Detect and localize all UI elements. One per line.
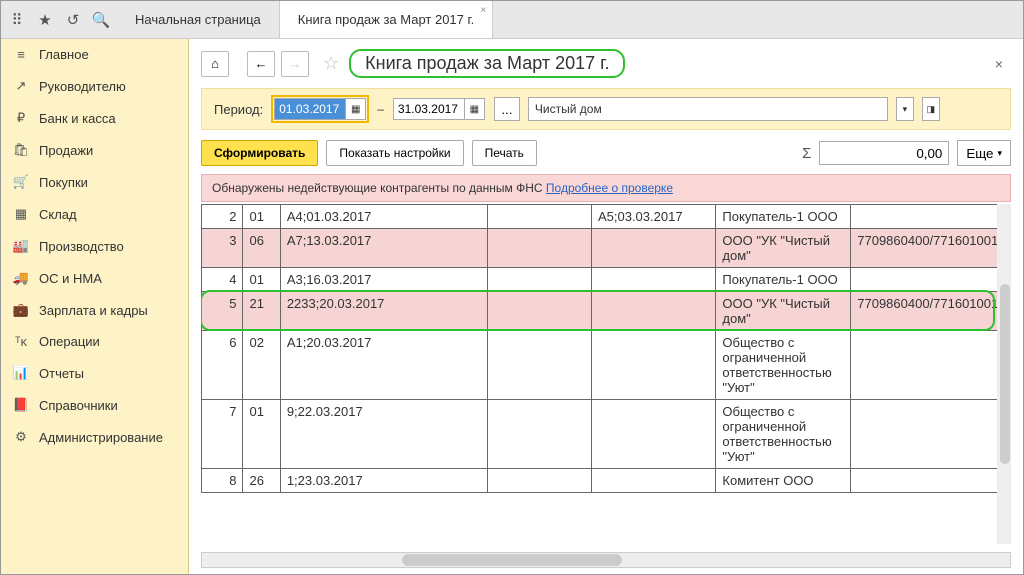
sidebar-icon: ₽ xyxy=(13,110,29,126)
sidebar-label: Зарплата и кадры xyxy=(39,303,148,318)
close-icon[interactable]: × xyxy=(480,5,486,16)
sidebar-icon: ≡ xyxy=(13,47,29,62)
sidebar-item[interactable]: 🏭 Производство xyxy=(1,230,188,262)
sales-table: 201A4;01.03.2017A5;03.03.2017Покупатель-… xyxy=(201,204,1011,493)
sidebar-icon: ⚙ xyxy=(13,429,29,445)
period-from-input[interactable] xyxy=(274,98,346,120)
sidebar-item[interactable]: 💼 Зарплата и кадры xyxy=(1,294,188,326)
back-button[interactable]: ← xyxy=(247,51,275,77)
sidebar-label: Отчеты xyxy=(39,366,84,381)
sidebar-item[interactable]: ⚙ Администрирование xyxy=(1,421,188,453)
sidebar-label: Склад xyxy=(39,207,77,222)
warning-bar: Обнаружены недействующие контрагенты по … xyxy=(201,174,1011,202)
period-picker-button[interactable]: ... xyxy=(494,97,520,121)
table-row[interactable]: 306A7;13.03.2017ООО "УК "Чистый дом"7709… xyxy=(202,229,1011,268)
dropdown-icon[interactable]: ▾ xyxy=(896,97,914,121)
table-row[interactable]: 7019;22.03.2017Общество с ограниченной о… xyxy=(202,400,1011,469)
form-button[interactable]: Сформировать xyxy=(201,140,318,166)
sidebar-item[interactable]: ↗ Руководителю xyxy=(1,70,188,102)
calendar-icon[interactable]: ▦ xyxy=(465,98,485,120)
vertical-scrollbar[interactable] xyxy=(997,204,1011,544)
sidebar-label: Руководителю xyxy=(39,79,126,94)
sidebar-item[interactable]: ▦ Склад xyxy=(1,198,188,230)
sidebar-icon: ᵀᴋ xyxy=(13,334,29,349)
search-icon[interactable]: 🔍 xyxy=(91,10,111,30)
sidebar-icon: ↗ xyxy=(13,78,29,94)
sidebar-label: Главное xyxy=(39,47,89,62)
history-icon[interactable]: ↺ xyxy=(63,10,83,30)
close-page-button[interactable]: × xyxy=(987,52,1011,76)
sidebar-label: Администрирование xyxy=(39,430,163,445)
warn-link[interactable]: Подробнее о проверке xyxy=(546,181,673,195)
show-settings-button[interactable]: Показать настройки xyxy=(326,140,463,166)
sidebar-item[interactable]: ≡ Главное xyxy=(1,39,188,70)
sidebar-label: Операции xyxy=(39,334,100,349)
sidebar-icon: 🏭 xyxy=(13,238,29,254)
more-button[interactable]: Еще▾ xyxy=(957,140,1011,166)
sidebar-icon: 📕 xyxy=(13,397,29,413)
top-bar: ⠿ ★ ↺ 🔍 Начальная страница Книга продаж … xyxy=(1,1,1023,39)
sidebar-label: Справочники xyxy=(39,398,118,413)
sidebar-item[interactable]: 📊 Отчеты xyxy=(1,357,188,389)
sidebar-icon: 🛍 xyxy=(13,142,29,158)
sidebar: ≡ Главное ↗ Руководителю ₽ Банк и касса 🛍 Прода… xyxy=(1,39,189,574)
sidebar-icon: 🚚 xyxy=(13,270,29,286)
expand-icon[interactable]: ◨ xyxy=(922,97,940,121)
period-to-input[interactable] xyxy=(393,98,465,120)
period-label: Период: xyxy=(214,102,263,117)
favorite-icon[interactable]: ☆ xyxy=(323,53,339,74)
sidebar-item[interactable]: ᵀᴋ Операции xyxy=(1,326,188,357)
table-row[interactable]: 602A1;20.03.2017Общество с ограниченной … xyxy=(202,331,1011,400)
forward-button[interactable]: → xyxy=(281,51,309,77)
page-title: Книга продаж за Март 2017 г. xyxy=(349,49,625,78)
content: ⌂ ← → ☆ Книга продаж за Март 2017 г. × П… xyxy=(189,39,1023,574)
sidebar-item[interactable]: 📕 Справочники xyxy=(1,389,188,421)
table-row[interactable]: 8261;23.03.2017Комитент ООО xyxy=(202,469,1011,493)
org-select[interactable]: Чистый дом xyxy=(528,97,888,121)
sidebar-item[interactable]: 🛍 Продажи xyxy=(1,134,188,166)
apps-icon[interactable]: ⠿ xyxy=(7,10,27,30)
calendar-icon[interactable]: ▦ xyxy=(346,98,366,120)
sidebar-item[interactable]: 🛒 Покупки xyxy=(1,166,188,198)
sidebar-label: Покупки xyxy=(39,175,88,190)
tab-home[interactable]: Начальная страница xyxy=(117,1,280,38)
sidebar-item[interactable]: ₽ Банк и касса xyxy=(1,102,188,134)
sidebar-label: Банк и касса xyxy=(39,111,116,126)
period-panel: Период: ▦ – ▦ ... Чистый дом ▾ ◨ xyxy=(201,88,1011,130)
table-row[interactable]: 201A4;01.03.2017A5;03.03.2017Покупатель-… xyxy=(202,205,1011,229)
horizontal-scrollbar[interactable] xyxy=(201,552,1011,568)
star-icon[interactable]: ★ xyxy=(35,10,55,30)
sidebar-label: Продажи xyxy=(39,143,93,158)
sum-input[interactable] xyxy=(819,141,949,165)
sidebar-icon: 💼 xyxy=(13,302,29,318)
topbar-icons: ⠿ ★ ↺ 🔍 xyxy=(1,1,117,38)
home-button[interactable]: ⌂ xyxy=(201,51,229,77)
tab-sales-book[interactable]: Книга продаж за Март 2017 г. × xyxy=(280,1,493,38)
sidebar-icon: 📊 xyxy=(13,365,29,381)
sum-icon: Σ xyxy=(802,145,811,162)
sidebar-label: ОС и НМА xyxy=(39,271,102,286)
table-row[interactable]: 401A3;16.03.2017Покупатель-1 ООО xyxy=(202,268,1011,292)
table-area: 201A4;01.03.2017A5;03.03.2017Покупатель-… xyxy=(201,204,1011,544)
sidebar-icon: ▦ xyxy=(13,206,29,222)
print-button[interactable]: Печать xyxy=(472,140,537,166)
sidebar-icon: 🛒 xyxy=(13,174,29,190)
sidebar-item[interactable]: 🚚 ОС и НМА xyxy=(1,262,188,294)
table-row[interactable]: 5212233;20.03.2017ООО "УК "Чистый дом"77… xyxy=(202,292,1011,331)
sidebar-label: Производство xyxy=(39,239,124,254)
